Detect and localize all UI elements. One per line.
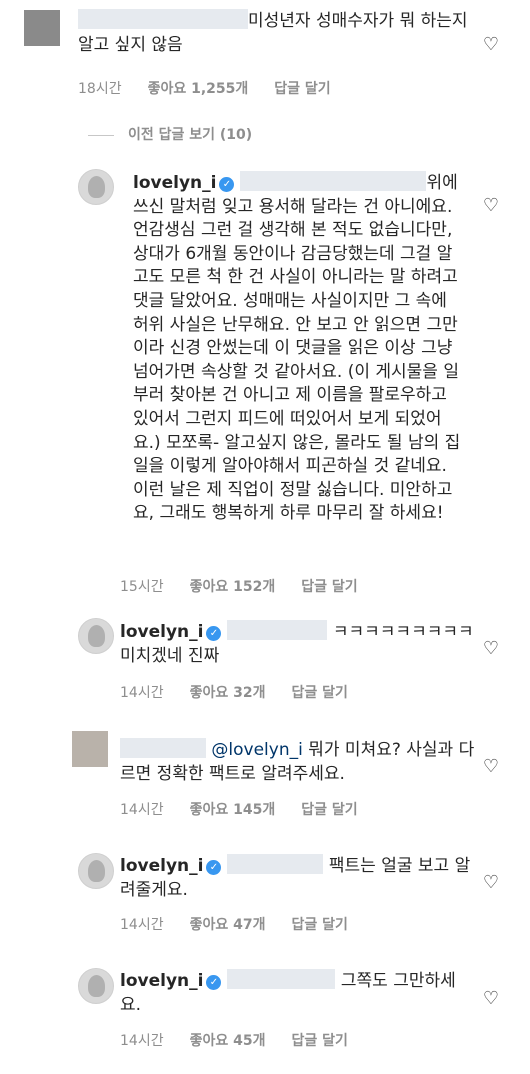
reply-button[interactable]: 답글 달기 xyxy=(291,1033,347,1049)
reply-button[interactable]: 답글 달기 xyxy=(301,802,357,818)
redacted-mention xyxy=(240,171,427,191)
heart-outline-icon[interactable]: ♡ xyxy=(482,874,500,892)
timestamp: 14시간 xyxy=(120,802,164,818)
timestamp: 14시간 xyxy=(120,685,164,701)
timestamp: 14시간 xyxy=(120,1033,164,1049)
username[interactable]: lovelyn_i xyxy=(133,173,216,193)
verified-badge-icon: ✓ xyxy=(206,975,222,990)
redacted-mention xyxy=(227,620,328,640)
like-count[interactable]: 좋아요 1,255개 xyxy=(148,81,249,97)
reply-button[interactable]: 답글 달기 xyxy=(291,685,347,701)
comment-meta: 14시간 좋아요 32개 답글 달기 xyxy=(120,682,374,702)
comment-meta: 15시간 좋아요 152개 답글 달기 xyxy=(120,576,384,596)
avatar[interactable] xyxy=(24,10,60,46)
heart-outline-icon[interactable]: ♡ xyxy=(482,197,500,215)
like-count[interactable]: 좋아요 145개 xyxy=(190,802,276,818)
view-previous-replies-button[interactable]: 이전 답글 보기 (10) xyxy=(88,124,252,144)
comment-body: 미성년자 성매수자가 뭐 하는지 알고 싶지 않음 xyxy=(78,9,473,57)
reply-button[interactable]: 답글 달기 xyxy=(301,579,357,595)
heart-outline-icon[interactable]: ♡ xyxy=(482,990,500,1008)
comment-body: lovelyn_i ✓ 그쪽도 그만하세요. xyxy=(120,969,475,1017)
reply-button[interactable]: 답글 달기 xyxy=(274,81,330,97)
username[interactable]: lovelyn_i xyxy=(120,856,203,876)
avatar[interactable] xyxy=(78,968,114,1004)
comment-meta: 14시간 좋아요 47개 답글 달기 xyxy=(120,914,374,934)
comment-body: @lovelyn_i 뭐가 미쳐요? 사실과 다르면 정확한 팩트로 알려주세요… xyxy=(120,738,480,786)
avatar[interactable] xyxy=(78,618,114,654)
like-count[interactable]: 좋아요 47개 xyxy=(190,917,266,933)
timestamp: 18시간 xyxy=(78,81,122,97)
comment-body: lovelyn_i ✓ 팩트는 얼굴 보고 알려줄게요. xyxy=(120,854,480,902)
username[interactable]: lovelyn_i xyxy=(120,622,203,642)
avatar[interactable] xyxy=(78,169,114,205)
redacted-username xyxy=(78,9,248,29)
timestamp: 14시간 xyxy=(120,917,164,933)
timestamp: 15시간 xyxy=(120,579,164,595)
view-replies-label: 이전 답글 보기 (10) xyxy=(128,127,253,143)
like-count[interactable]: 좋아요 152개 xyxy=(190,579,276,595)
heart-outline-icon[interactable]: ♡ xyxy=(482,758,500,776)
comment-meta: 14시간 좋아요 45개 답글 달기 xyxy=(120,1030,374,1050)
redacted-mention xyxy=(227,854,324,874)
mention-link[interactable]: @lovelyn_i xyxy=(211,740,302,760)
reply-button[interactable]: 답글 달기 xyxy=(291,917,347,933)
comment-meta: 18시간 좋아요 1,255개 답글 달기 xyxy=(78,78,357,98)
comment-meta: 14시간 좋아요 145개 답글 달기 xyxy=(120,799,384,819)
verified-badge-icon: ✓ xyxy=(219,177,235,192)
like-count[interactable]: 좋아요 45개 xyxy=(190,1033,266,1049)
heart-outline-icon[interactable]: ♡ xyxy=(482,36,500,54)
comment-body: lovelyn_i ✓ 위에 쓰신 말처럼 잊고 용서해 달라는 건 아니에요. 언… xyxy=(133,171,463,526)
like-count[interactable]: 좋아요 32개 xyxy=(190,685,266,701)
heart-outline-icon[interactable]: ♡ xyxy=(482,640,500,658)
username[interactable]: lovelyn_i xyxy=(120,971,203,991)
avatar[interactable] xyxy=(72,731,108,767)
avatar[interactable] xyxy=(78,853,114,889)
verified-badge-icon: ✓ xyxy=(206,626,222,641)
redacted-username xyxy=(120,738,206,758)
redacted-mention xyxy=(227,969,336,989)
comment-text: 위에 쓰신 말처럼 잊고 용서해 달라는 건 아니에요. 언감생심 그런 걸 생… xyxy=(133,173,461,524)
comment-body: lovelyn_i ✓ ㅋㅋㅋㅋㅋㅋㅋㅋㅋ 미치겠네 진짜 xyxy=(120,620,485,668)
verified-badge-icon: ✓ xyxy=(206,860,222,875)
divider xyxy=(88,134,114,136)
